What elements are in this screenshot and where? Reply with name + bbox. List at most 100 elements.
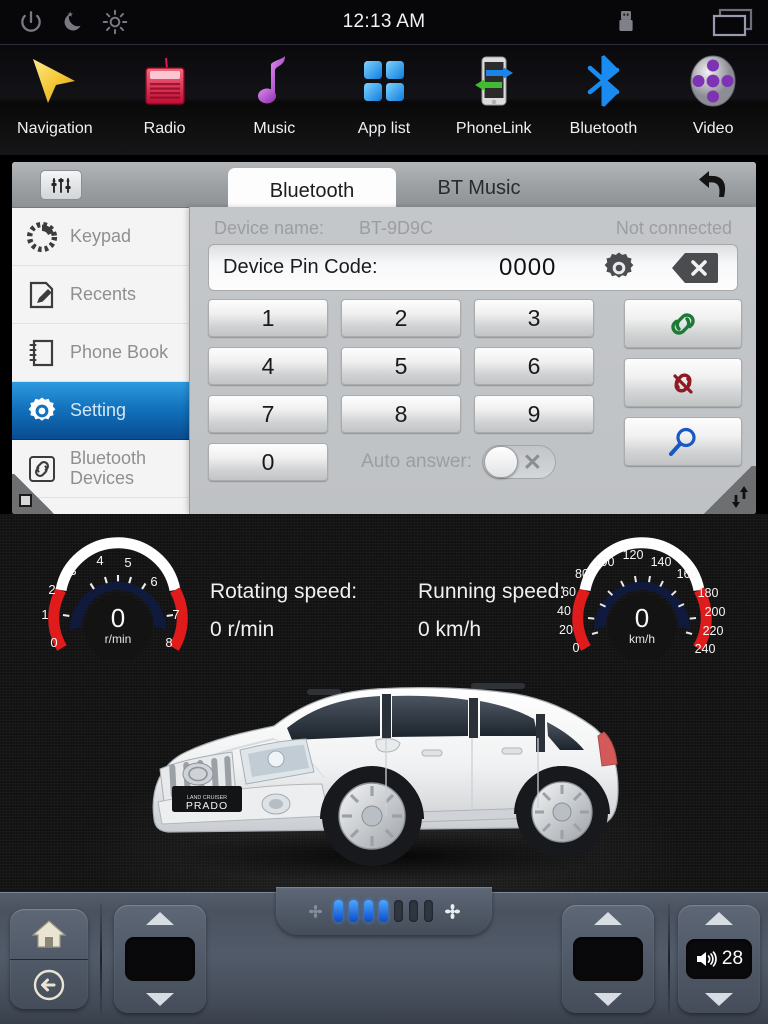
sidebar-label: Setting (70, 399, 127, 420)
dock-item-music[interactable]: Music (219, 45, 329, 155)
windows-icon[interactable] (712, 8, 754, 38)
right-temp-pod (562, 905, 654, 1013)
climate-divider-left (100, 903, 102, 1015)
device-name-label: Device name: (214, 217, 325, 238)
sidebar-label: Bluetooth Devices (70, 448, 147, 488)
volume-display: 28 (686, 939, 752, 979)
fan-segment (408, 900, 418, 922)
tach-tick-5: 5 (124, 555, 131, 570)
sidebar-item-recents[interactable]: Recents (12, 266, 189, 324)
dock-item-radio[interactable]: Radio (110, 45, 220, 155)
vehicle-dashboard: 0 1 2 3 4 5 6 7 8 0 r/min Rotating speed… (0, 514, 768, 892)
phone-link-icon (465, 50, 523, 112)
fan-icon-small (308, 904, 322, 918)
rotating-speed-value: 0 r/min (210, 618, 275, 641)
fan-segment (423, 900, 433, 922)
key-5[interactable]: 5 (341, 347, 461, 385)
key-1[interactable]: 1 (208, 299, 328, 337)
dock-item-phonelink[interactable]: PhoneLink (439, 45, 549, 155)
video-reel-icon (684, 50, 742, 112)
key-7[interactable]: 7 (208, 395, 328, 433)
auto-answer-toggle[interactable]: ✕ (482, 445, 556, 479)
tach-value: 0 (111, 603, 125, 633)
tab-bt-music[interactable]: BT Music (404, 168, 554, 208)
key-3[interactable]: 3 (474, 299, 594, 337)
tach-tick-1: 1 (41, 607, 48, 622)
dock-item-video[interactable]: Video (658, 45, 768, 155)
right-temp-down-button[interactable] (594, 993, 622, 1006)
tach-tick-3: 3 (69, 563, 76, 578)
speed-tick-80: 80 (575, 567, 589, 581)
recents-edit-icon (29, 281, 54, 308)
dock-item-app-list[interactable]: App list (329, 45, 439, 155)
status-bar-right-icons (616, 0, 754, 45)
home-button[interactable] (10, 909, 88, 959)
pin-code-label: Device Pin Code: (223, 256, 378, 278)
toggle-knob (484, 446, 518, 478)
backspace-icon[interactable] (672, 252, 718, 284)
phone-book-icon (29, 339, 54, 366)
dock-label: Bluetooth (569, 120, 638, 137)
back-arrow-icon[interactable] (696, 168, 736, 202)
pair-connect-button[interactable] (624, 299, 742, 348)
toggle-off-glyph: ✕ (522, 449, 542, 475)
fan-segment (378, 900, 388, 922)
gear-icon[interactable] (601, 250, 637, 286)
disconnect-button[interactable] (624, 358, 742, 407)
sidebar-item-keypad[interactable]: Keypad (12, 208, 189, 266)
right-temp-up-button[interactable] (594, 912, 622, 925)
pin-code-bar[interactable]: Device Pin Code: 0000 (208, 244, 738, 291)
radio-icon (136, 50, 194, 112)
speed-tick-140: 140 (651, 555, 672, 569)
broken-link-icon (673, 372, 693, 394)
vehicle-badge: PRADO (186, 800, 228, 812)
speed-tick-20: 20 (559, 623, 573, 637)
tach-tick-6: 6 (150, 574, 157, 589)
app-grid-icon (355, 50, 413, 112)
speed-tick-100: 100 (594, 555, 615, 569)
key-0[interactable]: 0 (208, 443, 328, 481)
bt-sidebar: Keypad Recents Phone Book Setting Blueto… (12, 208, 189, 514)
dock-label: App list (357, 120, 411, 137)
sidebar-label: Recents (70, 283, 137, 304)
back-button[interactable] (10, 960, 88, 1010)
vehicle-image: LAND CRUISER PRADO (124, 644, 644, 884)
key-4[interactable]: 4 (208, 347, 328, 385)
volume-up-button[interactable] (705, 912, 733, 925)
key-8[interactable]: 8 (341, 395, 461, 433)
speed-tick-180: 180 (698, 586, 719, 600)
equalizer-icon[interactable] (40, 170, 82, 200)
dock-item-bluetooth[interactable]: Bluetooth (549, 45, 659, 155)
fan-speed-pod[interactable] (276, 887, 492, 935)
home-icon (31, 920, 67, 948)
key-9[interactable]: 9 (474, 395, 594, 433)
window-move-handle[interactable] (12, 474, 56, 514)
sidebar-item-setting[interactable]: Setting (12, 382, 189, 440)
pin-code-value: 0000 (499, 253, 557, 281)
dock-label: PhoneLink (455, 120, 532, 137)
tach-tick-7: 7 (172, 607, 179, 622)
sidebar-label: Phone Book (70, 341, 169, 362)
bluetooth-window: Bluetooth BT Music Keypad Recents Phone … (12, 162, 756, 514)
auto-answer-label: Auto answer: (361, 451, 472, 472)
move-handle-square (19, 494, 32, 507)
volume-down-button[interactable] (705, 993, 733, 1006)
left-temp-down-button[interactable] (146, 993, 174, 1006)
sidebar-item-phone-book[interactable]: Phone Book (12, 324, 189, 382)
fan-icon-large (444, 903, 460, 919)
volume-pod: 28 (678, 905, 760, 1013)
window-resize-handle[interactable] (704, 466, 756, 514)
speed-tick-60: 60 (562, 585, 576, 599)
back-circle-icon (33, 969, 65, 1001)
tach-tick-0: 0 (50, 635, 57, 650)
left-temp-up-button[interactable] (146, 912, 174, 925)
key-6[interactable]: 6 (474, 347, 594, 385)
dock-item-navigation[interactable]: Navigation (0, 45, 110, 155)
climate-control-bar: A/C DUAL AUTO ON MAX (0, 887, 768, 1024)
bt-settings-panel: Device name: BT-9D9C Not connected Devic… (189, 207, 756, 514)
search-devices-button[interactable] (624, 417, 742, 466)
running-speed-title: Running speed: (418, 580, 566, 603)
key-2[interactable]: 2 (341, 299, 461, 337)
rotating-speed-readout: Rotating speed: 0 r/min (210, 580, 357, 642)
dock-label: Navigation (17, 120, 93, 137)
